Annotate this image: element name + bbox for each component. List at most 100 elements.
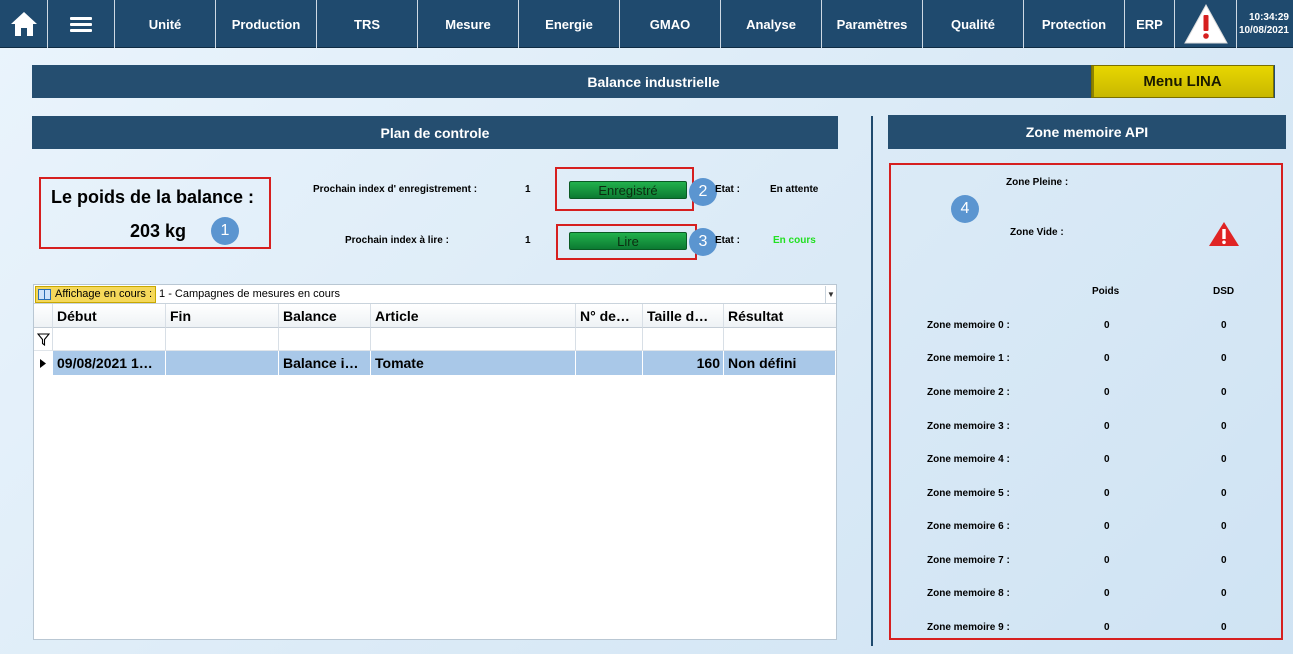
filter-article[interactable] <box>371 328 576 351</box>
zone-vide-label: Zone Vide : <box>1010 227 1064 238</box>
top-navigation: Unité Production TRS Mesure Energie GMAO… <box>0 0 1293 48</box>
zone-col-poids: Poids <box>1092 286 1120 297</box>
header-indicator <box>34 304 53 328</box>
zone-memoire-1-poids: 0 <box>1104 353 1110 364</box>
col-article[interactable]: Article <box>371 304 576 328</box>
write-state: En attente <box>770 184 819 195</box>
menu-lina-button[interactable]: Menu LINA <box>1091 65 1274 98</box>
enregistre-button[interactable]: Enregistré <box>569 181 687 199</box>
zone-memoire-5-poids: 0 <box>1104 488 1110 499</box>
zone-memoire-2-label: Zone memoire 2 : <box>927 387 1010 398</box>
alarm-button[interactable] <box>1175 0 1237 48</box>
zone-memoire-6-dsd: 0 <box>1221 521 1227 532</box>
zone-memoire-3-poids: 0 <box>1104 421 1110 432</box>
zone-memoire-9-label: Zone memoire 9 : <box>927 622 1010 633</box>
display-label: Affichage en cours : <box>55 288 153 300</box>
nav-unite[interactable]: Unité <box>115 0 216 48</box>
nav-energie[interactable]: Energie <box>519 0 620 48</box>
zone-memoire-8-label: Zone memoire 8 : <box>927 588 1010 599</box>
cell-taille: 160 <box>643 351 724 375</box>
filter-resultat[interactable] <box>724 328 836 351</box>
home-icon <box>10 12 37 36</box>
nav-qualite[interactable]: Qualité <box>923 0 1024 48</box>
clock-date: 10/08/2021 <box>1238 25 1289 36</box>
cell-numero <box>576 351 643 375</box>
zone-memoire-7-dsd: 0 <box>1221 555 1227 566</box>
filter-row <box>34 328 836 351</box>
next-write-value: 1 <box>525 184 531 195</box>
hamburger-icon <box>70 14 92 35</box>
menu-button[interactable] <box>48 0 115 48</box>
col-resultat[interactable]: Résultat <box>724 304 836 328</box>
badge-1: 1 <box>211 217 239 245</box>
page-title-bar: Balance industrielle <box>32 65 1275 98</box>
col-taille[interactable]: Taille d… <box>643 304 724 328</box>
nav-production[interactable]: Production <box>216 0 317 48</box>
grid-header: Début Fin Balance Article N° de… Taille … <box>34 304 836 328</box>
zone-memoire-3-dsd: 0 <box>1221 421 1227 432</box>
zone-memoire-5-label: Zone memoire 5 : <box>927 488 1010 499</box>
filter-balance[interactable] <box>279 328 371 351</box>
nav-erp[interactable]: ERP <box>1125 0 1175 48</box>
filter-icon[interactable] <box>34 328 53 351</box>
plan-title-bar: Plan de controle <box>32 116 838 149</box>
next-read-label: Prochain index à lire : <box>345 235 449 246</box>
display-selector[interactable]: Affichage en cours : 1 - Campagnes de me… <box>34 285 836 304</box>
campaign-grid: Affichage en cours : 1 - Campagnes de me… <box>33 284 837 640</box>
next-write-label: Prochain index d' enregistrement : <box>313 184 478 195</box>
read-state-label: Etat : <box>715 235 740 246</box>
cell-fin <box>166 351 279 375</box>
badge-4: 4 <box>951 195 979 223</box>
table-row[interactable]: 09/08/2021 1… Balance i… Tomate 160 Non … <box>34 351 836 375</box>
filter-numero[interactable] <box>576 328 643 351</box>
filter-fin[interactable] <box>166 328 279 351</box>
zone-memoire-5-dsd: 0 <box>1221 488 1227 499</box>
zone-memoire-9-dsd: 0 <box>1221 622 1227 633</box>
plan-title: Plan de controle <box>380 124 490 141</box>
cell-article: Tomate <box>371 351 576 375</box>
nav-trs[interactable]: TRS <box>317 0 418 48</box>
row-pointer-icon <box>34 351 53 375</box>
alarm-warning-icon <box>1183 3 1228 44</box>
read-state: En cours <box>773 235 816 246</box>
cell-resultat: Non défini <box>724 351 836 375</box>
zone-memoire-6-label: Zone memoire 6 : <box>927 521 1010 532</box>
section-divider <box>871 116 873 646</box>
zone-memoire-3-label: Zone memoire 3 : <box>927 421 1010 432</box>
lire-button[interactable]: Lire <box>569 232 687 250</box>
filter-taille[interactable] <box>643 328 724 351</box>
zone-memoire-8-poids: 0 <box>1104 588 1110 599</box>
zone-pleine-label: Zone Pleine : <box>1006 177 1069 188</box>
zone-memoire-2-poids: 0 <box>1104 387 1110 398</box>
zone-col-dsd: DSD <box>1213 286 1235 297</box>
badge-2: 2 <box>689 178 717 206</box>
filter-debut[interactable] <box>53 328 166 351</box>
nav-protection[interactable]: Protection <box>1024 0 1125 48</box>
zone-memoire-4-label: Zone memoire 4 : <box>927 454 1010 465</box>
nav-mesure[interactable]: Mesure <box>418 0 519 48</box>
cell-balance: Balance i… <box>279 351 371 375</box>
col-numero[interactable]: N° de… <box>576 304 643 328</box>
col-balance[interactable]: Balance <box>279 304 371 328</box>
page-title: Balance industrielle <box>587 73 720 90</box>
zone-title: Zone memoire API <box>1025 124 1149 140</box>
chevron-down-icon[interactable]: ▼ <box>825 285 836 303</box>
zone-vide-warning-icon <box>1209 222 1239 246</box>
write-state-label: Etat : <box>715 184 740 195</box>
zone-memoire-2-dsd: 0 <box>1221 387 1227 398</box>
display-value: 1 - Campagnes de mesures en cours <box>159 288 341 300</box>
nav-gmao[interactable]: GMAO <box>620 0 721 48</box>
nav-analyse[interactable]: Analyse <box>721 0 822 48</box>
cell-debut: 09/08/2021 1… <box>53 351 166 375</box>
zone-memoire-1-dsd: 0 <box>1221 353 1227 364</box>
book-icon <box>38 288 51 300</box>
poids-value: 203 kg <box>130 221 187 241</box>
zone-memoire-0-dsd: 0 <box>1221 320 1227 331</box>
clock-time: 10:34:29 <box>1248 12 1289 23</box>
col-debut[interactable]: Début <box>53 304 166 328</box>
col-fin[interactable]: Fin <box>166 304 279 328</box>
zone-memoire-8-dsd: 0 <box>1221 588 1227 599</box>
next-read-value: 1 <box>525 235 531 246</box>
nav-parametres[interactable]: Paramètres <box>822 0 923 48</box>
home-button[interactable] <box>0 0 48 48</box>
